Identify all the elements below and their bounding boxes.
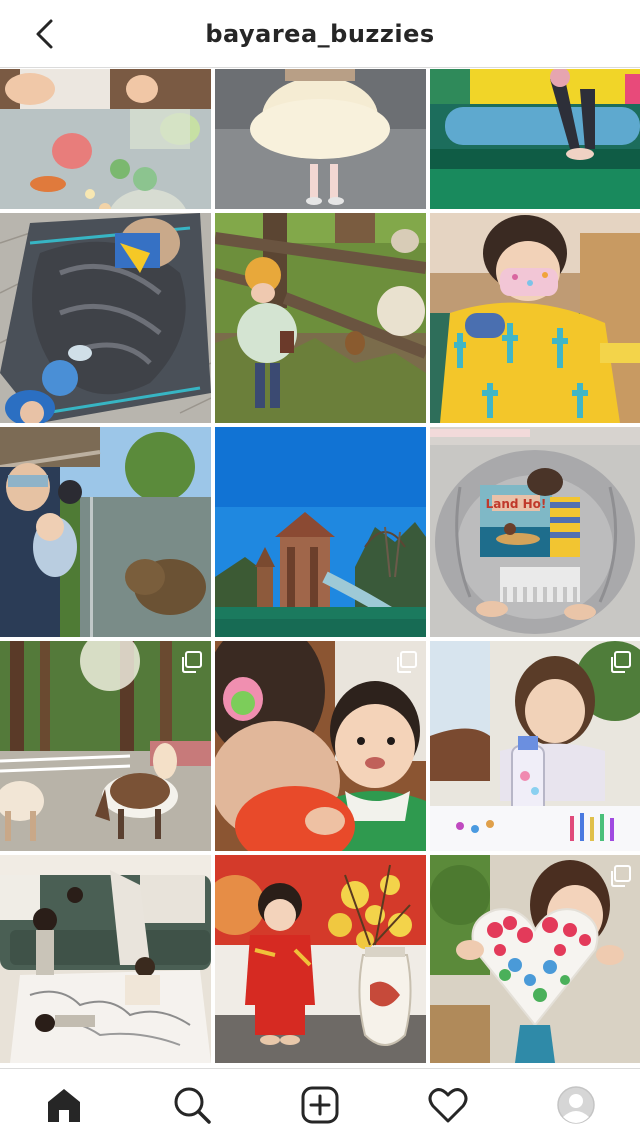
post-thumbnail[interactable] — [430, 213, 640, 423]
multiple-photos-icon — [611, 651, 631, 673]
post-thumbnail[interactable] — [430, 69, 640, 209]
tab-home[interactable] — [42, 1083, 86, 1127]
tab-new-post[interactable] — [298, 1083, 342, 1127]
post-image — [0, 427, 211, 637]
post-image — [215, 69, 426, 209]
back-button[interactable] — [26, 14, 62, 54]
post-image — [215, 427, 426, 637]
chevron-left-icon — [36, 19, 53, 49]
post-thumbnail[interactable] — [0, 641, 211, 851]
post-thumbnail[interactable] — [430, 641, 640, 851]
profile-username-title: bayarea_buzzies — [205, 19, 435, 48]
post-image — [0, 855, 211, 1063]
post-image — [0, 213, 211, 423]
bottom-tab-bar — [0, 1068, 640, 1138]
post-thumbnail[interactable] — [0, 213, 211, 423]
post-image: Land Ho! — [430, 427, 640, 637]
book-title-text: Land Ho! — [486, 497, 547, 511]
post-image — [0, 69, 211, 209]
post-thumbnail[interactable] — [0, 69, 211, 209]
post-thumbnail[interactable] — [215, 855, 426, 1063]
tab-profile[interactable] — [554, 1083, 598, 1127]
post-thumbnail[interactable] — [0, 855, 211, 1063]
post-image — [215, 213, 426, 423]
post-image — [215, 855, 426, 1063]
profile-header: bayarea_buzzies — [0, 0, 640, 68]
multiple-photos-icon — [397, 651, 417, 673]
post-thumbnail[interactable] — [215, 69, 426, 209]
home-icon — [48, 1089, 80, 1122]
post-image — [430, 213, 640, 423]
multiple-photos-icon — [611, 865, 631, 887]
multiple-photos-icon — [182, 651, 202, 673]
post-thumbnail[interactable] — [215, 641, 426, 851]
tab-search[interactable] — [170, 1083, 214, 1127]
profile-avatar-icon — [557, 1086, 595, 1124]
post-image — [430, 69, 640, 209]
tab-activity[interactable] — [426, 1083, 470, 1127]
new-post-icon — [301, 1086, 339, 1124]
post-thumbnail[interactable] — [215, 427, 426, 637]
post-thumbnail[interactable]: Land Ho! — [430, 427, 640, 637]
posts-grid: Land Ho! — [0, 69, 640, 1067]
search-icon — [174, 1087, 211, 1124]
post-thumbnail[interactable] — [430, 855, 640, 1063]
activity-heart-icon — [428, 1088, 468, 1123]
post-thumbnail[interactable] — [215, 213, 426, 423]
post-thumbnail[interactable] — [0, 427, 211, 637]
